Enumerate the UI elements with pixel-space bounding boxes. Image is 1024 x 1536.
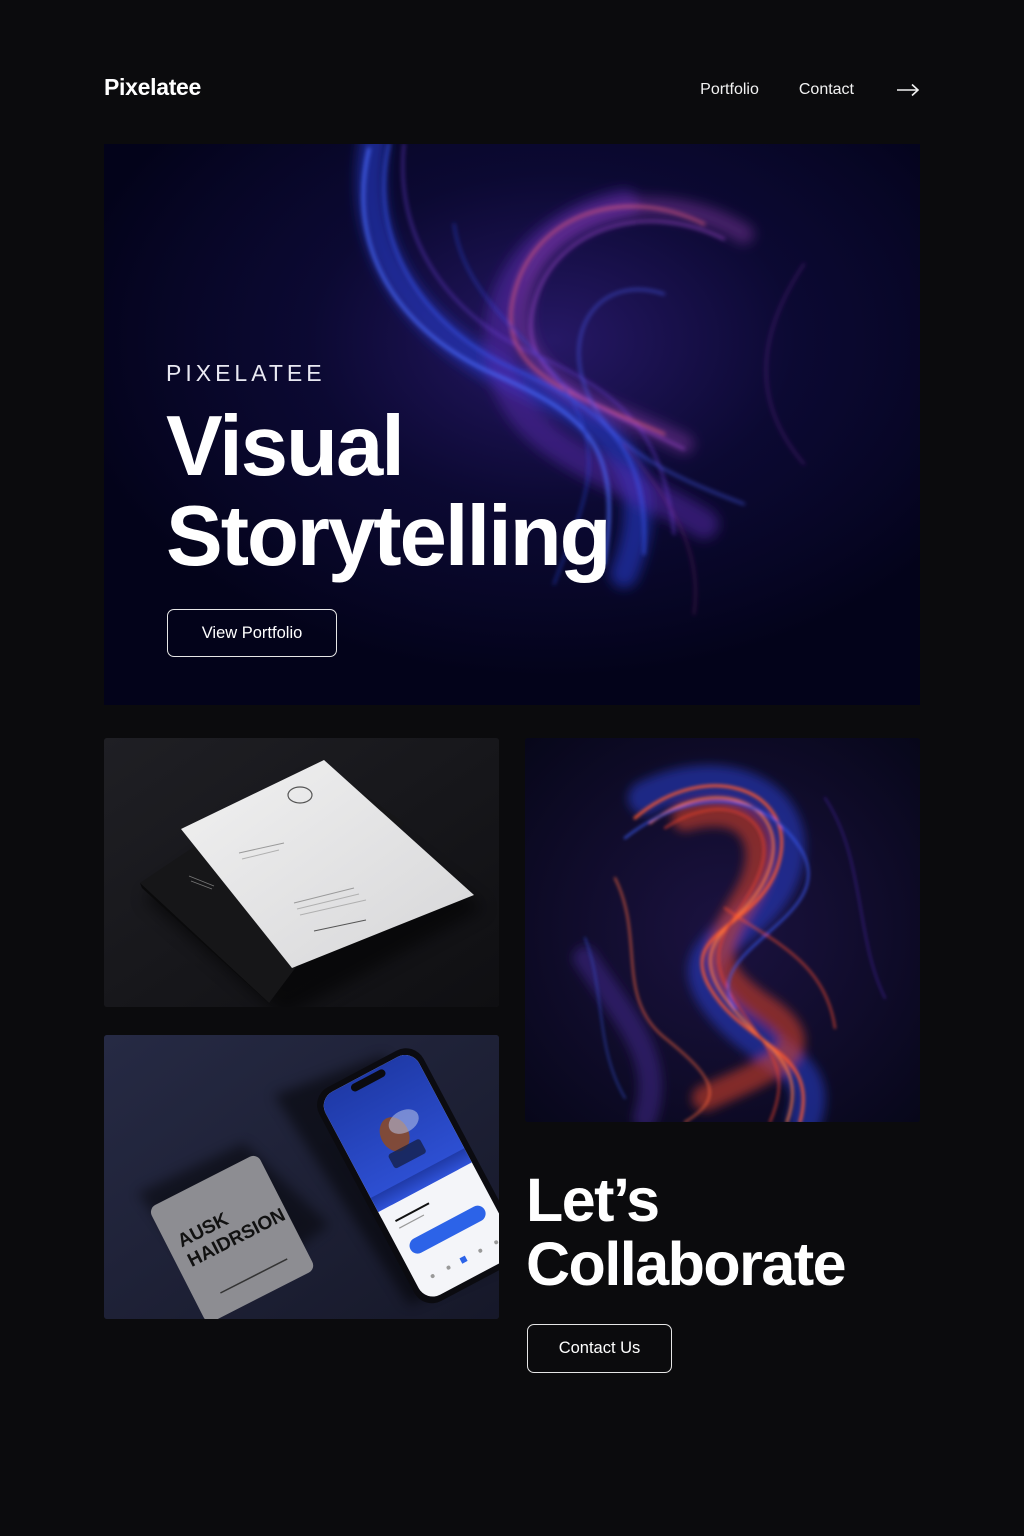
main-nav: Portfolio Contact [700,80,920,100]
hero-title-line1: Visual [166,399,405,494]
mobile-app-mockup-tile[interactable]: AUSK HAIDRSION [104,1035,499,1319]
nav-item-contact[interactable]: Contact [799,81,854,99]
swirl-artwork-image [525,738,920,1122]
hero-title-line2: Storytelling [166,489,612,584]
hero-title: Visual Storytelling [166,402,726,582]
swirl-artwork-tile[interactable] [525,738,920,1122]
arrow-right-icon[interactable] [896,80,920,100]
collaborate-title-line1: Let’s [526,1166,660,1234]
mobile-app-mockup-image: AUSK HAIDRSION [104,1035,499,1319]
contact-us-button[interactable]: Contact Us [527,1324,672,1373]
hero-eyebrow: PIXELATEE [166,360,326,386]
letterhead-mockup-image [104,738,499,1007]
nav-item-portfolio[interactable]: Portfolio [700,81,759,99]
letterhead-mockup-tile[interactable] [104,738,499,1007]
view-portfolio-button[interactable]: View Portfolio [167,609,337,657]
brand-logo[interactable]: Pixelatee [104,74,201,101]
hero-banner: PIXELATEE Visual Storytelling View Portf… [104,144,920,705]
collaborate-title: Let’s Collaborate [526,1168,916,1296]
collaborate-title-line2: Collaborate [526,1230,847,1298]
